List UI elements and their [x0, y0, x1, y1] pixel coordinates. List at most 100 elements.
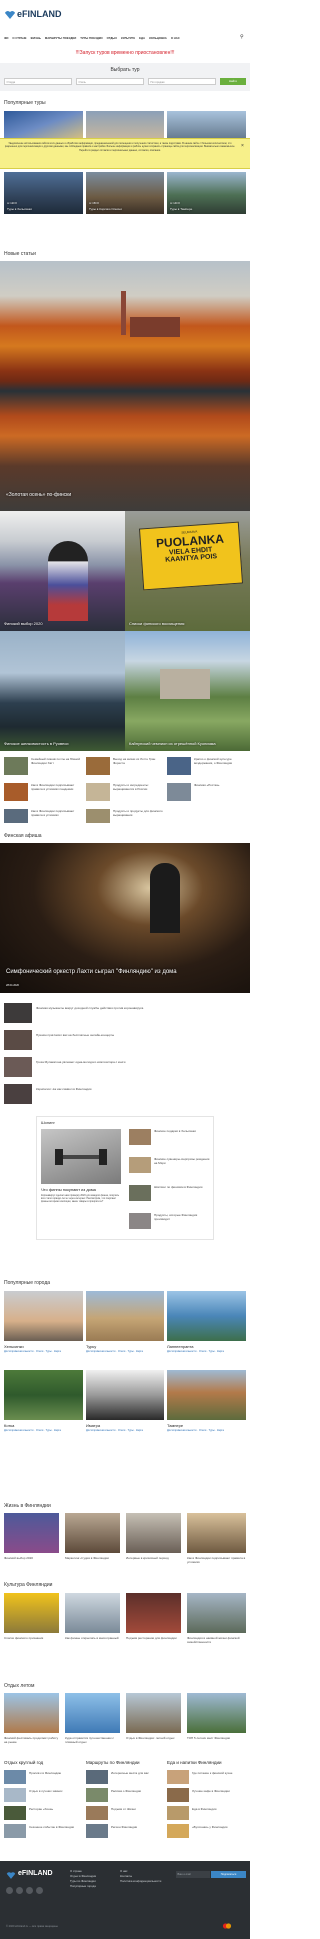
article-grid-caption[interactable]: Финский выбор 2020 [4, 621, 43, 626]
city-link[interactable]: Карта [217, 1350, 224, 1353]
city-image[interactable] [4, 1291, 83, 1341]
bottom-thumb[interactable] [4, 1824, 26, 1838]
article-link[interactable]: Кратко о финской культуре воздержания, о… [194, 757, 246, 765]
life-image[interactable] [187, 1513, 246, 1553]
city-name[interactable]: Турку [86, 1344, 96, 1349]
city-name[interactable]: Лаппеенранта [167, 1344, 194, 1349]
city-name[interactable]: Иматра [86, 1423, 100, 1428]
life-image[interactable] [126, 1513, 181, 1553]
rest-image[interactable] [126, 1693, 181, 1733]
tour-card-image[interactable]: от 120 € Туры в Хельсинки [4, 172, 83, 214]
article-grid-image[interactable]: Финский выбор 2020 [0, 511, 125, 631]
city-link[interactable]: Туры [209, 1350, 215, 1353]
hotel-field[interactable]: Отель [76, 78, 144, 85]
article-thumb[interactable] [4, 809, 28, 823]
city-image[interactable] [86, 1291, 164, 1341]
city-link[interactable]: Туры [128, 1350, 134, 1353]
article-link[interactable]: Продукты и ингредиенты: выращиваются в Р… [113, 783, 163, 791]
city-link[interactable]: Туры [46, 1429, 52, 1432]
subscribe-input[interactable]: Ваш e-mail [176, 1871, 210, 1878]
city-link[interactable]: Достопримечательности [167, 1350, 197, 1353]
article-link[interactable]: Выход на жизни из Лотте Гран Фореста [113, 757, 163, 765]
bottom-link[interactable]: Рассказ о Финляндии [111, 1789, 164, 1793]
afisha-hero-caption[interactable]: Симфонический оркестр Лахти сыграл "Финл… [6, 969, 226, 976]
logo-icon[interactable] [4, 10, 16, 20]
article-grid-caption[interactable]: Финское шелковистость в Руовеси [4, 741, 69, 746]
rest-link[interactable]: ТОП 5 летних мест Финляндии [187, 1736, 246, 1740]
city-link[interactable]: Отели [118, 1429, 126, 1432]
afisha-thumb[interactable] [4, 1084, 32, 1104]
rest-link[interactable]: Куда отправится путешественник с пляжный… [65, 1736, 120, 1744]
rest-link[interactable]: Отдых в Финляндии: летний отдых [126, 1736, 181, 1740]
nav-item[interactable]: ОТДЫХ [107, 36, 117, 40]
city-image[interactable] [167, 1370, 246, 1420]
afisha-link[interactable]: Кэрисалол: ёж как символ в Финляндии [36, 1087, 236, 1091]
afisha-thumb[interactable] [4, 1003, 32, 1023]
culture-image[interactable] [4, 1593, 59, 1633]
bottom-thumb[interactable] [86, 1824, 108, 1838]
city-image[interactable] [4, 1370, 83, 1420]
afisha-link[interactable]: Финская музыканты вокруг доходной службы… [36, 1006, 236, 1010]
article-grid-caption[interactable]: Кайнунский чемпион из отрешённой Куопиям… [129, 741, 216, 746]
city-link[interactable]: Отели [199, 1350, 207, 1353]
shopping-thumb[interactable] [129, 1213, 151, 1229]
city-name[interactable]: Тампере [167, 1423, 183, 1428]
bottom-link[interactable]: Сезонное событие в Финляндии [29, 1825, 83, 1829]
bottom-thumb[interactable] [167, 1770, 189, 1784]
article-thumb[interactable] [86, 783, 110, 801]
bottom-thumb[interactable] [167, 1788, 189, 1802]
bottom-link[interactable]: Где питание к финской кухне [192, 1771, 246, 1775]
rest-image[interactable] [65, 1693, 120, 1733]
nav-item[interactable]: ЕДА [139, 36, 145, 40]
footer-logo-text[interactable]: eFINLAND [18, 1870, 53, 1877]
nav-item[interactable]: ТУРЫ ПОЕЗДКИ [80, 36, 102, 40]
article-hero-image[interactable]: «Золотая осень» по-фински [0, 261, 250, 511]
bottom-link[interactable]: Подъём от Жизни [111, 1807, 164, 1811]
article-grid-image[interactable]: Финское шелковистость в Руовеси [0, 631, 125, 751]
shopping-link[interactable]: Продукты, которые Финляндия производит [154, 1213, 210, 1221]
city-field[interactable]: По городам [148, 78, 216, 85]
nav-item[interactable]: ФИ [4, 36, 8, 40]
subscribe-button[interactable]: Подписаться [211, 1871, 246, 1878]
rest-link[interactable]: Финский фестиваль продолжит работу на ры… [4, 1736, 59, 1744]
tour-card-image[interactable]: от 150 € Туры в Корсико Олесни [86, 172, 164, 214]
from-field[interactable]: Откуда [4, 78, 72, 85]
article-thumb[interactable] [167, 757, 191, 775]
bottom-link[interactable]: Ресторан «Хона» [29, 1807, 83, 1811]
rest-image[interactable] [4, 1693, 59, 1733]
tour-card-image[interactable]: от 140 € Туры в Тампере [167, 172, 246, 214]
shopping-link[interactable]: Шоппинг по финским в Финляндии [154, 1185, 210, 1189]
footer-link[interactable]: Политика конфиденциальности [120, 1879, 161, 1884]
city-link[interactable]: Достопримечательности [4, 1350, 34, 1353]
bottom-link[interactable]: Интересные места для вас [111, 1771, 164, 1775]
article-hero-caption[interactable]: «Золотая осень» по-фински [6, 493, 71, 498]
city-link[interactable]: Отели [118, 1350, 126, 1353]
nav-item[interactable]: КОЛЬЦОВКА [149, 36, 167, 40]
life-link[interactable]: Интервью в кризисный период [126, 1556, 181, 1560]
city-link[interactable]: Достопримечательности [4, 1429, 34, 1432]
article-thumb[interactable] [167, 783, 191, 801]
city-link[interactable]: Отели [36, 1350, 44, 1353]
bottom-thumb[interactable] [86, 1788, 108, 1802]
nav-item[interactable]: О НАС [171, 36, 180, 40]
afisha-hero-image[interactable]: Симфонический оркестр Лахти сыграл "Финл… [0, 843, 250, 993]
life-link[interactable]: Как в Финляндии подписывают правила в ус… [187, 1556, 246, 1564]
bottom-thumb[interactable] [4, 1788, 26, 1802]
city-link[interactable]: Туры [209, 1429, 215, 1432]
shopping-main-image[interactable] [41, 1129, 121, 1184]
city-link[interactable]: Достопримечательности [86, 1429, 116, 1432]
afisha-thumb[interactable] [4, 1057, 32, 1077]
culture-image[interactable] [126, 1593, 181, 1633]
culture-image[interactable] [187, 1593, 246, 1633]
city-link[interactable]: Достопримечательности [167, 1429, 197, 1432]
article-thumb[interactable] [4, 757, 28, 775]
rest-image[interactable] [187, 1693, 246, 1733]
bottom-thumb[interactable] [86, 1770, 108, 1784]
tour-card-image[interactable] [86, 111, 164, 139]
shopping-link[interactable]: Финское подарки в Хельсинки [154, 1129, 210, 1133]
life-link[interactable]: Финский выбор 2020 [4, 1556, 59, 1560]
city-link[interactable]: Туры [128, 1429, 134, 1432]
city-link[interactable]: Отели [199, 1429, 207, 1432]
bottom-thumb[interactable] [167, 1824, 189, 1838]
find-button[interactable]: Найти [220, 78, 246, 85]
